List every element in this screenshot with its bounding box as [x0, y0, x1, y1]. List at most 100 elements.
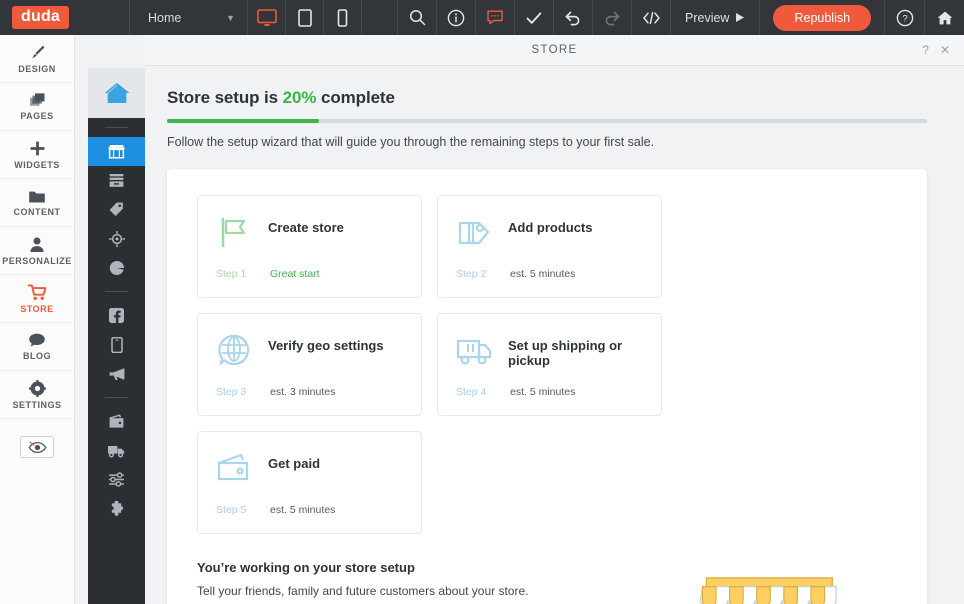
- setup-title-prefix: Store setup is: [167, 88, 283, 107]
- sidebar-item-store[interactable]: STORE: [0, 275, 74, 323]
- puzzle-icon: [111, 500, 124, 516]
- setup-step-card[interactable]: Create store Step 1 Great start: [197, 195, 422, 298]
- toolbar-right: ?: [886, 0, 964, 35]
- step-icon-wrap: [214, 212, 254, 252]
- undo-icon: [565, 11, 580, 26]
- preview-label: Preview: [685, 10, 730, 25]
- sidebar-item-design[interactable]: DESIGN: [0, 35, 74, 83]
- dev-mode-button[interactable]: [632, 0, 671, 35]
- page-selector[interactable]: Home ▼: [130, 0, 248, 35]
- wallet-icon: [217, 453, 249, 481]
- globe-bubble-icon: [218, 334, 250, 366]
- nav-item-orders[interactable]: [88, 224, 145, 253]
- info-button[interactable]: [437, 0, 476, 35]
- chevron-down-icon: ▼: [226, 12, 235, 23]
- step-status: est. 5 minutes: [510, 268, 576, 280]
- info-icon: [447, 9, 465, 26]
- sidebar-item-design-label: DESIGN: [18, 63, 56, 74]
- home-house-icon: [104, 83, 129, 103]
- duda-logo-text: duda: [12, 6, 70, 29]
- panel-close-button[interactable]: ✕: [940, 44, 950, 56]
- redo-button[interactable]: [593, 0, 632, 35]
- nav-item-mobile-store[interactable]: [88, 330, 145, 359]
- nav-item-analytics[interactable]: [88, 253, 145, 282]
- nav-item-pricing[interactable]: [88, 195, 145, 224]
- site-home-button[interactable]: [925, 0, 964, 35]
- search-button[interactable]: [398, 0, 437, 35]
- step-header: Verify geo settings: [214, 330, 405, 370]
- step-number: Step 1: [216, 268, 247, 280]
- step-icon-wrap: [454, 330, 494, 370]
- mobile-view-button[interactable]: [324, 0, 362, 35]
- step-title: Add products: [508, 220, 593, 235]
- top-toolbar: duda Home ▼ Preview Republish ?: [0, 0, 964, 35]
- question-circle-icon: ?: [896, 9, 914, 26]
- tablet-view-button[interactable]: [286, 0, 324, 35]
- play-icon: [736, 13, 745, 22]
- panel-help-button[interactable]: ?: [922, 44, 929, 56]
- step-meta: Step 2 est. 5 minutes: [454, 268, 645, 280]
- products-drawer-icon: [109, 174, 124, 187]
- setup-footer: You’re working on your store setup Tell …: [197, 560, 897, 604]
- sidebar-item-settings-label: SETTINGS: [12, 399, 62, 410]
- duda-logo[interactable]: duda: [0, 0, 130, 35]
- setup-percent: 20%: [282, 88, 317, 107]
- panel-body: Store setup is 20% complete Follow the s…: [145, 66, 964, 604]
- step-title: Get paid: [268, 456, 321, 471]
- check-icon: [526, 11, 542, 24]
- pie-chart-icon: [109, 260, 124, 275]
- redo-icon: [605, 11, 620, 26]
- sidebar-item-personalize[interactable]: PERSONALIZE: [0, 227, 74, 275]
- comments-button[interactable]: [476, 0, 515, 35]
- step-title: Set up shipping or pickup: [508, 338, 623, 368]
- flag-icon: [221, 217, 246, 248]
- step-header: Add products: [454, 212, 645, 252]
- sidebar-item-blog[interactable]: BLOG: [0, 323, 74, 371]
- step-number: Step 3: [216, 386, 247, 398]
- sidebar-item-settings[interactable]: SETTINGS: [0, 371, 74, 419]
- desktop-view-button[interactable]: [248, 0, 286, 35]
- sidebar-item-pages[interactable]: PAGES: [0, 83, 74, 131]
- step-icon-wrap: [214, 448, 254, 488]
- step-header: Set up shipping or pickup: [454, 330, 645, 370]
- page-selector-label: Home: [148, 10, 182, 25]
- setup-step-card[interactable]: Add products Step 2 est. 5 minutes: [437, 195, 662, 298]
- nav-item-store-home[interactable]: [88, 137, 145, 166]
- step-number: Step 2: [456, 268, 487, 280]
- store-home-button[interactable]: [88, 68, 145, 118]
- panel-header-actions: ? ✕: [922, 44, 964, 56]
- sidebar-item-content-label: CONTENT: [13, 206, 61, 217]
- main-sidebar: DESIGN PAGES WIDGETS CONTENT PERSONALIZE…: [0, 35, 75, 604]
- delivery-truck-icon: [456, 339, 492, 365]
- nav-item-marketing[interactable]: [88, 359, 145, 388]
- sidebar-item-widgets[interactable]: WIDGETS: [0, 131, 74, 179]
- help-button[interactable]: ?: [886, 0, 925, 35]
- person-icon: [30, 237, 44, 252]
- approve-button[interactable]: [515, 0, 554, 35]
- undo-button[interactable]: [554, 0, 593, 35]
- nav-item-apps[interactable]: [88, 494, 145, 523]
- setup-step-card[interactable]: Get paid Step 5 est. 5 minutes: [197, 431, 422, 534]
- sidebar-item-blog-label: BLOG: [23, 351, 51, 361]
- comment-icon: [487, 10, 503, 25]
- nav-item-store-settings[interactable]: [88, 465, 145, 494]
- store-navigation: [88, 68, 145, 604]
- sidebar-item-content[interactable]: CONTENT: [0, 179, 74, 227]
- nav-item-facebook-shop[interactable]: [88, 301, 145, 330]
- nav-item-payments[interactable]: [88, 407, 145, 436]
- eye-preview-icon: [27, 441, 47, 453]
- nav-item-shipping[interactable]: [88, 436, 145, 465]
- step-meta: Step 3 est. 3 minutes: [214, 386, 405, 398]
- republish-button[interactable]: Republish: [773, 4, 872, 31]
- preview-toggle-button[interactable]: [20, 436, 54, 458]
- preview-toggle-container: [0, 419, 74, 475]
- sidebar-item-widgets-label: WIDGETS: [14, 159, 60, 170]
- step-header: Get paid: [214, 448, 405, 488]
- price-tag-icon: [109, 202, 123, 216]
- panel-header: STORE ? ✕: [145, 35, 964, 66]
- sidebar-item-personalize-label: PERSONALIZE: [2, 255, 72, 266]
- nav-item-products[interactable]: [88, 166, 145, 195]
- preview-button[interactable]: Preview: [671, 0, 761, 35]
- setup-step-card[interactable]: Set up shipping or pickup Step 4 est. 5 mi…: [437, 313, 662, 416]
- setup-step-card[interactable]: Verify geo settings Step 3 est. 3 minutes: [197, 313, 422, 416]
